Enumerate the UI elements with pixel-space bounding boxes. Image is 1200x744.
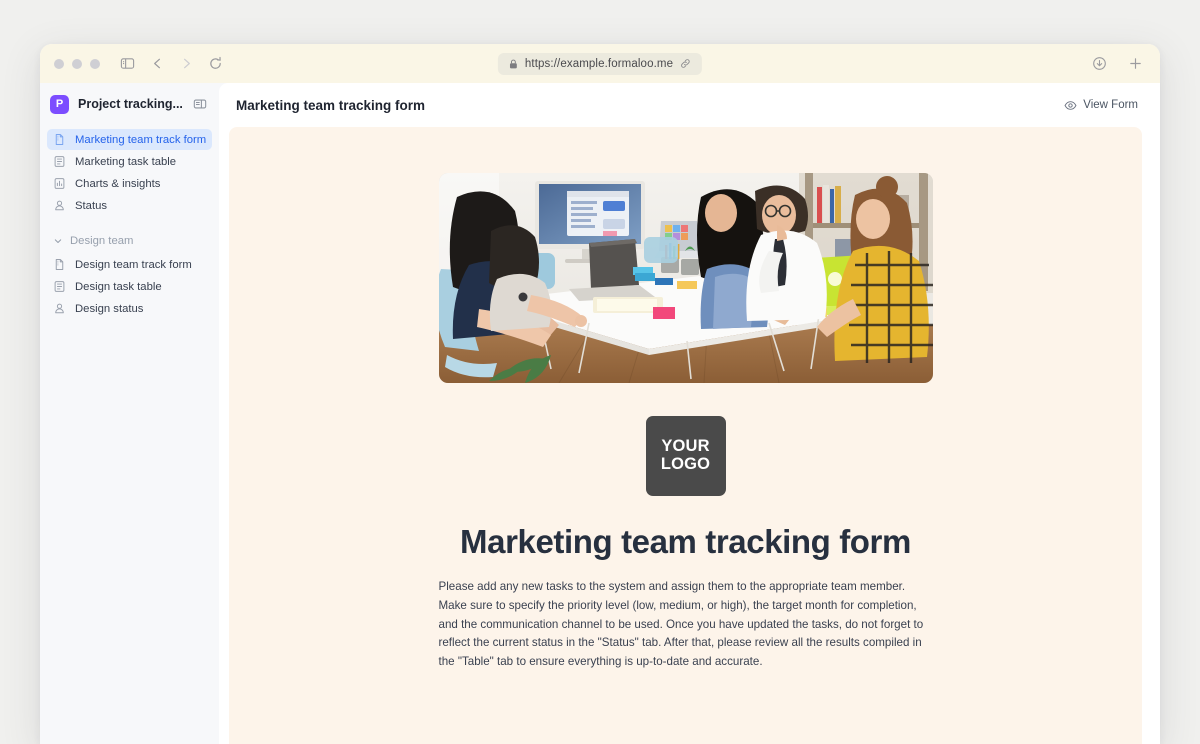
close-window-button[interactable] xyxy=(54,58,64,69)
logo-placeholder: YOUR LOGO xyxy=(645,416,726,496)
hero-image xyxy=(438,173,933,383)
browser-window: https://example.formaloo.me P Project tr… xyxy=(40,44,1160,744)
form-content: YOUR LOGO Marketing team tracking form P… xyxy=(438,173,933,672)
workspace-avatar: P xyxy=(50,94,69,114)
sidebar-item-design-team-track-form[interactable]: Design team track form xyxy=(47,254,212,275)
form-description: Please add any new tasks to the system a… xyxy=(438,580,924,669)
sidebar-nav: Marketing team track form Marketing task… xyxy=(40,125,219,319)
view-form-label: View Form xyxy=(1083,99,1138,111)
sidebar-item-marketing-task-table[interactable]: Marketing task table xyxy=(47,151,212,172)
workspace-header[interactable]: P Project tracking... xyxy=(40,83,219,125)
panel-toggle-icon[interactable] xyxy=(193,97,207,111)
browser-toolbar: https://example.formaloo.me xyxy=(40,44,1160,83)
navigation-buttons[interactable] xyxy=(146,53,226,75)
form-file-icon xyxy=(53,258,66,271)
bar-chart-icon xyxy=(53,177,66,190)
back-arrow-icon[interactable] xyxy=(146,53,168,75)
sidebar-item-marketing-team-track-form[interactable]: Marketing team track form xyxy=(47,129,212,150)
window-controls[interactable] xyxy=(54,58,100,69)
plus-icon[interactable] xyxy=(1124,53,1146,75)
sidebar-toggle-icon[interactable] xyxy=(116,53,138,75)
download-icon[interactable] xyxy=(1088,53,1110,75)
form-file-icon xyxy=(53,133,66,146)
logo-line-1: YOUR xyxy=(661,437,710,456)
view-form-button[interactable]: View Form xyxy=(1064,99,1138,112)
forward-arrow-icon[interactable] xyxy=(175,53,197,75)
sidebar-item-label: Marketing team track form xyxy=(75,133,207,146)
form-preview-canvas: YOUR LOGO Marketing team tracking form P… xyxy=(229,127,1142,744)
sidebar-item-charts-insights[interactable]: Charts & insights xyxy=(47,173,212,194)
logo-line-2: LOGO xyxy=(660,455,711,473)
main-panel: Marketing team tracking form View Form Y… xyxy=(219,83,1160,744)
person-icon xyxy=(53,302,66,315)
maximize-window-button[interactable] xyxy=(90,58,100,69)
eye-icon xyxy=(1064,99,1077,112)
sidebar-group-label: Design team xyxy=(70,234,134,247)
reload-icon[interactable] xyxy=(204,53,226,75)
workspace-name: Project tracking... xyxy=(78,97,183,111)
app-container: P Project tracking... Marketing team tra… xyxy=(40,83,1160,744)
sidebar-item-label: Marketing task table xyxy=(75,155,177,168)
toolbar-right-actions xyxy=(1088,53,1146,75)
lock-icon xyxy=(509,59,518,69)
chevron-down-icon xyxy=(53,236,63,246)
sidebar-item-label: Design team track form xyxy=(75,258,192,271)
person-icon xyxy=(53,199,66,212)
main-header: Marketing team tracking form View Form xyxy=(219,83,1160,127)
sidebar-item-status[interactable]: Status xyxy=(47,195,212,216)
sidebar-item-label: Design status xyxy=(75,302,144,315)
sidebar-group-design-team[interactable]: Design team xyxy=(47,230,212,251)
page-title: Marketing team tracking form xyxy=(236,97,426,113)
sidebar-item-design-status[interactable]: Design status xyxy=(47,298,212,319)
table-icon xyxy=(53,155,66,168)
form-title: Marketing team tracking form xyxy=(460,523,911,560)
sidebar-item-label: Design task table xyxy=(75,280,162,293)
sidebar-item-label: Charts & insights xyxy=(75,177,161,190)
link-icon[interactable] xyxy=(680,58,691,69)
url-text: https://example.formaloo.me xyxy=(524,57,674,70)
sidebar-item-label: Status xyxy=(75,199,108,212)
minimize-window-button[interactable] xyxy=(72,58,82,69)
sidebar-item-design-task-table[interactable]: Design task table xyxy=(47,276,212,297)
sidebar: P Project tracking... Marketing team tra… xyxy=(40,83,219,744)
table-icon xyxy=(53,280,66,293)
address-bar[interactable]: https://example.formaloo.me xyxy=(497,52,703,75)
